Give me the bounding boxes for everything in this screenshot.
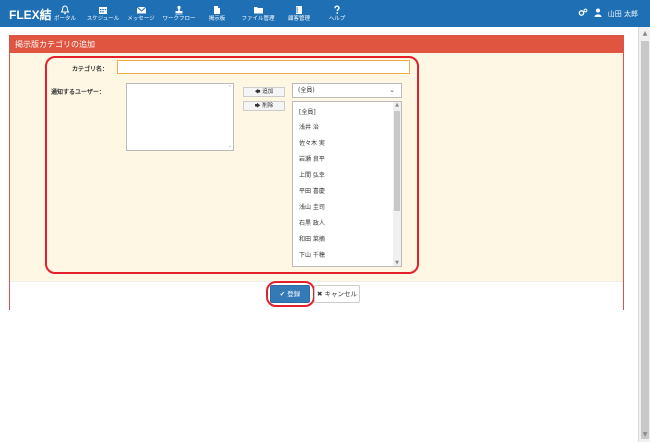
nav-customer-management-label: 顧客管理 <box>287 16 310 22</box>
nav-file-management-label: ファイル管理 <box>241 16 275 22</box>
panel-title: 掲示版カテゴリの追加 <box>10 36 623 53</box>
page-scroll-thumb[interactable] <box>641 41 649 439</box>
cancel-button-label: キャンセル <box>324 290 358 298</box>
nav-workflow-label: ワークフロー <box>162 16 196 22</box>
user-menu[interactable]: 山田 太郎 <box>578 0 638 27</box>
nav-workflow[interactable]: ワークフロー <box>160 0 198 27</box>
stamp-icon <box>174 4 184 15</box>
nav-help-label: ヘルプ <box>328 16 346 22</box>
scroll-down-icon[interactable]: ▼ <box>641 431 649 439</box>
main-nav: ポータル スケジュール メッセージ ワークフロー 掲示板 ファイル管理 顧客管理… <box>46 0 356 27</box>
check-icon: ✔ <box>279 290 286 298</box>
folder-icon <box>253 4 264 15</box>
question-icon <box>332 4 342 15</box>
calendar-icon <box>98 4 108 15</box>
nav-schedule[interactable]: スケジュール <box>84 0 122 27</box>
nav-schedule-label: スケジュール <box>86 16 120 22</box>
register-button[interactable]: ✔ 登録 <box>270 285 310 303</box>
nav-bulletin[interactable]: 掲示板 <box>198 0 236 27</box>
user-name: 山田 太郎 <box>607 9 638 18</box>
nav-help[interactable]: ヘルプ <box>318 0 356 27</box>
nav-portal[interactable]: ポータル <box>46 0 84 27</box>
top-nav-bar: FLEX結 ポータル スケジュール メッセージ ワークフロー 掲示板 ファイル管… <box>0 0 650 27</box>
nav-file-management[interactable]: ファイル管理 <box>236 0 280 27</box>
user-icon <box>594 8 602 19</box>
bell-icon <box>60 4 70 15</box>
document-icon <box>212 4 222 15</box>
nav-message-label: メッセージ <box>127 16 155 22</box>
nav-portal-label: ポータル <box>53 16 76 22</box>
nav-message[interactable]: メッセージ <box>122 0 160 27</box>
page-scrollbar[interactable]: ▲ ▼ <box>638 27 650 442</box>
scroll-up-icon[interactable]: ▲ <box>641 30 649 38</box>
cancel-button[interactable]: ✖ キャンセル <box>314 285 360 303</box>
register-button-label: 登録 <box>287 290 301 298</box>
close-icon: ✖ <box>316 290 323 298</box>
notebook-icon <box>294 4 304 15</box>
gears-icon[interactable] <box>578 8 588 19</box>
envelope-icon <box>136 4 147 15</box>
form-highlight-box <box>45 56 419 274</box>
nav-bulletin-label: 掲示板 <box>208 16 226 22</box>
nav-customer-management[interactable]: 顧客管理 <box>280 0 318 27</box>
